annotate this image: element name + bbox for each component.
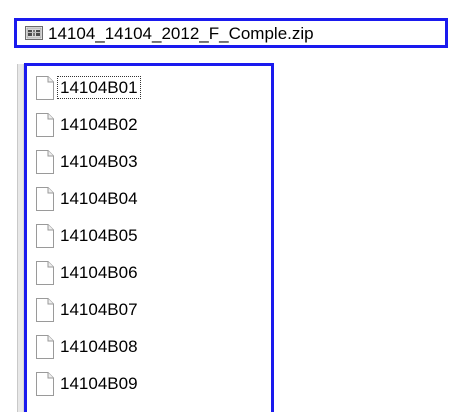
- document-icon: [35, 371, 55, 396]
- file-name: 14104B03: [60, 152, 138, 171]
- file-list-item[interactable]: 14104B03: [35, 143, 141, 180]
- document-icon: [35, 297, 55, 322]
- file-list: 14104B01 14104B02 14104B03 14104B04 14104B05…: [35, 69, 141, 402]
- file-name: 14104B01: [57, 76, 141, 99]
- file-name: 14104B07: [60, 300, 138, 319]
- document-icon: [35, 260, 55, 285]
- zip-archive-name: 14104_14104_2012_F_Comple.zip: [48, 23, 314, 43]
- document-icon: [35, 223, 55, 248]
- file-list-item[interactable]: 14104B07: [35, 291, 141, 328]
- file-list-item[interactable]: 14104B02: [35, 106, 141, 143]
- file-list-item[interactable]: 14104B05: [35, 217, 141, 254]
- file-list-item[interactable]: 14104B08: [35, 328, 141, 365]
- document-icon: [35, 334, 55, 359]
- document-icon: [35, 149, 55, 174]
- file-list-panel: 14104B01 14104B02 14104B03 14104B04 14104B05…: [24, 63, 274, 412]
- file-name: 14104B04: [60, 189, 138, 208]
- document-icon: [35, 75, 55, 100]
- document-icon: [35, 112, 55, 137]
- tree-scrollbar[interactable]: [17, 64, 24, 412]
- file-list-item[interactable]: 14104B04: [35, 180, 141, 217]
- document-icon: [35, 186, 55, 211]
- file-name: 14104B06: [60, 263, 138, 282]
- file-list-item[interactable]: 14104B09: [35, 365, 141, 402]
- file-name: 14104B09: [60, 374, 138, 393]
- file-name: 14104B05: [60, 226, 138, 245]
- zip-archive-icon: [25, 26, 43, 40]
- zip-archive-row[interactable]: 14104_14104_2012_F_Comple.zip: [14, 18, 448, 48]
- file-list-item[interactable]: 14104B06: [35, 254, 141, 291]
- file-name: 14104B08: [60, 337, 138, 356]
- file-name: 14104B02: [60, 115, 138, 134]
- file-list-item[interactable]: 14104B01: [35, 69, 141, 106]
